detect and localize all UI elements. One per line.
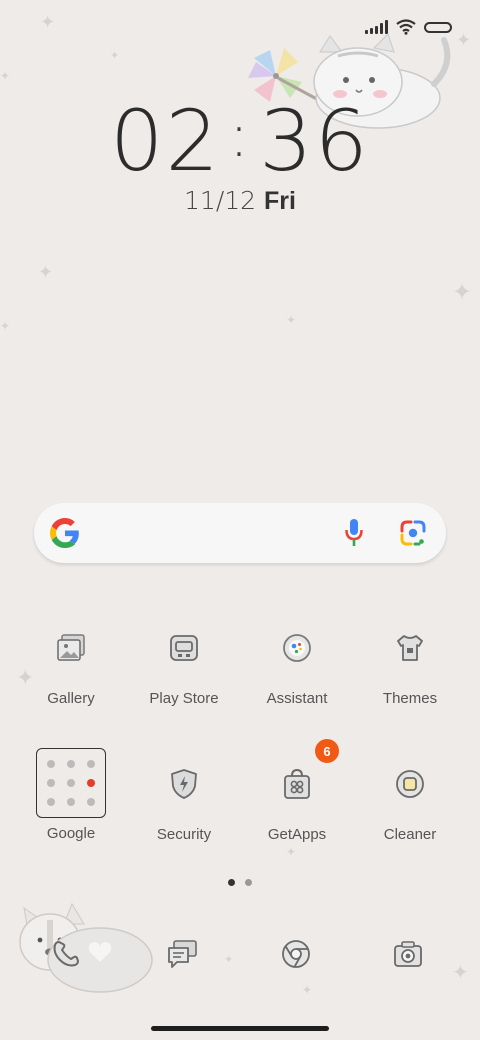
clock[interactable]: 02:36 — [0, 92, 480, 190]
sparkle-icon: ✦ — [224, 953, 234, 966]
lens-icon[interactable] — [400, 520, 426, 546]
app-label: Themes — [382, 690, 438, 707]
sparkle-icon: ✦ — [40, 12, 56, 33]
play-store-icon — [160, 624, 208, 672]
sparkle-icon: ✦ — [38, 262, 54, 283]
app-label: Assistant — [266, 690, 328, 707]
app-google-label[interactable]: Google — [15, 808, 127, 842]
app-assistant[interactable]: Assistant — [241, 624, 353, 707]
sparkle-icon: ✦ — [0, 319, 11, 333]
page-dot-active — [228, 879, 235, 886]
phone-icon — [53, 941, 79, 967]
mic-icon[interactable] — [344, 518, 364, 548]
page-dot — [245, 879, 252, 886]
dock-browser[interactable] — [280, 938, 316, 974]
app-play-store[interactable]: Play Store — [128, 624, 240, 707]
page-indicator[interactable] — [228, 879, 252, 886]
gallery-icon — [47, 624, 95, 672]
folder-app-icon — [67, 797, 75, 806]
folder-app-icon — [67, 778, 75, 787]
folder-app-icon — [47, 797, 55, 806]
dock-phone[interactable] — [50, 938, 90, 978]
camera-icon — [394, 941, 422, 967]
folder-app-icon — [87, 760, 95, 769]
cleaner-icon — [386, 760, 434, 808]
sparkle-icon: ✦ — [0, 69, 11, 83]
messages-icon — [168, 940, 197, 968]
app-label: Security — [156, 826, 212, 843]
dock-messages[interactable] — [166, 938, 202, 974]
sparkle-icon: ✦ — [452, 278, 473, 306]
notification-badge: 6 — [315, 739, 339, 763]
sparkle-icon: ✦ — [286, 313, 297, 327]
clock-minutes: 36 — [259, 92, 370, 190]
folder-app-icon — [87, 778, 95, 787]
app-gallery[interactable]: Gallery — [15, 624, 127, 707]
folder-app-icon — [87, 797, 95, 806]
app-label: Play Store — [149, 690, 219, 707]
security-icon — [160, 760, 208, 808]
clock-hours: 02 — [110, 92, 221, 190]
sparkle-icon: ✦ — [286, 845, 297, 859]
google-g-icon — [50, 518, 79, 548]
app-label: GetApps — [267, 826, 327, 843]
app-label: Cleaner — [383, 826, 437, 843]
app-cleaner[interactable]: Cleaner — [354, 760, 466, 843]
assistant-icon — [273, 624, 321, 672]
weekday-text: Fri — [264, 187, 296, 215]
app-label: Gallery — [47, 690, 95, 707]
app-getapps[interactable]: GetApps — [241, 760, 353, 843]
getapps-icon — [273, 760, 321, 808]
folder-app-icon — [67, 760, 75, 769]
folder-app-icon — [47, 760, 55, 769]
clock-colon: : — [228, 101, 252, 171]
sparkle-icon: ✦ — [452, 960, 469, 984]
home-gesture-bar[interactable] — [151, 1026, 329, 1031]
themes-icon — [386, 624, 434, 672]
google-search-bar[interactable] — [34, 503, 446, 563]
app-label: Google — [46, 825, 96, 842]
sparkle-icon: ✦ — [110, 49, 120, 62]
app-security[interactable]: Security — [128, 760, 240, 843]
browser-icon — [282, 940, 310, 968]
date-label[interactable]: 11/12 Fri — [0, 186, 480, 216]
sparkle-icon: ✦ — [302, 983, 313, 997]
folder-app-icon — [47, 778, 55, 787]
date-text: 11/12 — [184, 186, 257, 215]
app-themes[interactable]: Themes — [354, 624, 466, 707]
dock-camera[interactable] — [392, 938, 428, 974]
